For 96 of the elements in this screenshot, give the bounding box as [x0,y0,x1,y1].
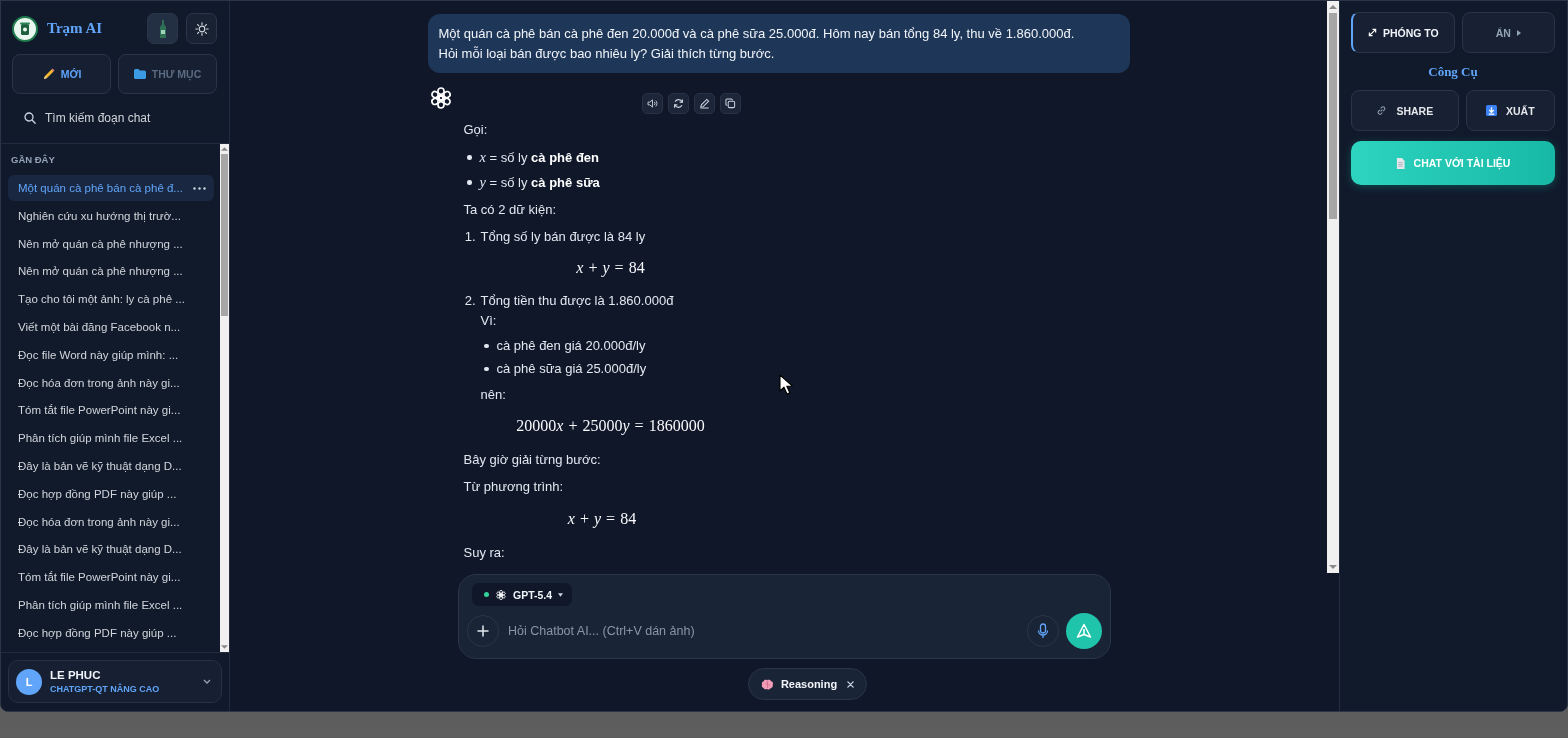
math-equation: 20000x + 25000y = 1860000 [515,416,706,436]
share-button[interactable]: SHARE [1351,90,1459,131]
send-icon [1076,623,1092,639]
chat-history-item[interactable]: Phân tích giúp mình file Excel ... [8,591,214,618]
chat-history-item[interactable]: Nên mở quán cà phê nhượng ... [8,258,214,285]
speaker-button[interactable] [641,93,663,114]
more-icon[interactable] [193,186,206,190]
avatar: L [16,668,42,695]
close-icon[interactable] [847,680,855,688]
arrow-down-icon[interactable] [221,645,228,649]
pencil-icon [41,67,55,81]
app-title: Trạm AI [47,20,104,37]
bullet-icon [467,155,472,160]
paragraph: Gọi: [463,121,489,139]
chat-history-item[interactable]: Tạo cho tôi một ảnh: ly cà phê ... [8,286,214,313]
paragraph: nên: [480,386,507,404]
pencil-icon [698,98,710,109]
copy-icon [724,98,736,109]
account-card[interactable]: L LE PHUC CHATGPT-QT NÂNG CAO [8,660,222,703]
list-item-text: cà phê sữa giá 25.000đ/ly [496,360,647,378]
scrollbar-thumb[interactable] [221,154,228,316]
link-icon [1376,105,1388,116]
copy-button[interactable] [719,93,741,114]
speaker-icon [646,99,658,108]
message-field[interactable]: Hỏi Chatbot AI... (Ctrl+V dán ảnh) [508,621,1018,641]
chat-history-item[interactable]: Một quán cà phê bán cà phê đ... [8,175,214,201]
bullet-icon [467,180,472,185]
plan-label: CHATGPT-QT NÂNG CAO [50,683,161,695]
user-message: Một quán cà phê bán cà phê đen 20.000đ và cà phê sữa 25.000đ. Hôm nay bán tổng 84 ly, thu về 1.860.000đ. Hỏi mỗi loại bán được bao nhiêu ly? Giải thích từng bước. [427,14,1130,73]
sun-icon [194,21,209,36]
scrollbar[interactable] [220,144,229,652]
edit-button[interactable] [693,93,715,114]
chat-history-item[interactable]: Đọc hóa đơn trong ảnh này gi... [8,508,214,535]
chat-history-item[interactable]: Đọc file Word này giúp mình: ... [8,341,214,368]
folder-icon [133,69,146,79]
microphone-icon [1037,623,1049,639]
chat-history-item[interactable]: Nghiên cứu xu hướng thị trườ... [8,202,214,229]
flower-logo-icon [495,588,507,601]
cup-logo-icon [12,15,38,42]
chat-history-item[interactable]: Đọc hóa đơn trong ảnh này gi... [8,369,214,396]
paragraph: Vì: [480,312,498,330]
chip-label: Reasoning [780,678,838,690]
bullet-icon [484,366,489,372]
list-item-text: Tổng số ly bán được là 84 ly [480,228,647,246]
paragraph: Ta có 2 dữ kiện: [463,201,558,219]
chat-history-item[interactable]: Phân tích giúp mình file Excel ... [8,425,214,452]
list-item-text: cà phê đen giá 20.000đ/ly [496,337,646,355]
chat-history-item[interactable]: Đây là bản vẽ kỹ thuật dạng D... [8,536,214,563]
chevron-down-icon [203,679,211,684]
paragraph: Từ phương trình: [463,478,565,496]
search-icon [24,112,36,124]
arrow-up-icon[interactable] [1329,5,1337,9]
scrollbar[interactable] [1327,1,1339,573]
document-icon [1395,157,1405,169]
export-button[interactable]: XUẤT [1465,90,1555,131]
hide-button[interactable]: ẨN [1461,12,1555,53]
caret-right-icon [1516,29,1521,36]
bullet-icon [484,343,489,349]
user-name: LE PHUC [50,668,102,682]
mouse-cursor-icon [779,374,793,395]
panel-title: Công Cụ [1427,63,1479,81]
expand-button[interactable]: PHÓNG TO [1351,12,1455,53]
new-chat-button[interactable]: MỚI [12,54,111,94]
list-number: 1. [463,228,477,246]
list-item-text: y = số ly cà phê sữa [479,173,600,192]
math-equation: x + y = 84 [566,509,638,529]
chat-history-item[interactable]: Viết một bài đăng Facebook n... [8,314,214,340]
arrow-down-icon[interactable] [1329,565,1337,569]
chat-history-item[interactable]: Đọc hợp đồng PDF này giúp ... [8,480,214,507]
send-button[interactable] [1066,613,1102,649]
chat-history-item[interactable]: Đọc hợp đồng PDF này giúp ... [8,619,214,646]
plus-icon [477,625,489,637]
model-selector[interactable]: GPT-5.4 [472,583,573,606]
section-heading: GẦN ĐÂY [10,154,56,166]
download-icon [1486,105,1498,116]
chat-history-item[interactable]: Nên mở quán cà phê nhượng ... [8,230,214,257]
diagonal-arrow-icon [1367,28,1377,37]
scrollbar-thumb[interactable] [1329,13,1337,219]
caret-down-icon [558,592,564,597]
chat-history-item[interactable]: Tóm tắt file PowerPoint này gi... [8,564,214,591]
refresh-icon [672,98,684,109]
list-item-text: x = số ly cà phê đen [479,148,600,167]
search-field[interactable]: Tìm kiếm đoạn chat [45,109,215,127]
math-equation: x + y = 84 [575,258,646,278]
paragraph: Bây giờ giải từng bước: [463,451,602,469]
theme-toggle-button[interactable] [186,13,217,44]
arrow-up-icon[interactable] [221,147,228,151]
list-item-text: Tổng tiền thu được là 1.860.000đ [480,292,675,310]
bottle-button[interactable] [147,13,178,44]
list-number: 2. [463,292,477,310]
paragraph: Suy ra: [463,544,506,562]
regenerate-button[interactable] [667,93,689,114]
chat-history-item[interactable]: Tóm tắt file PowerPoint này gi... [8,397,214,424]
brain-icon [760,678,774,690]
bottle-icon [157,18,168,39]
chat-history-item[interactable]: Đây là bản vẽ kỹ thuật dạng D... [8,452,214,479]
